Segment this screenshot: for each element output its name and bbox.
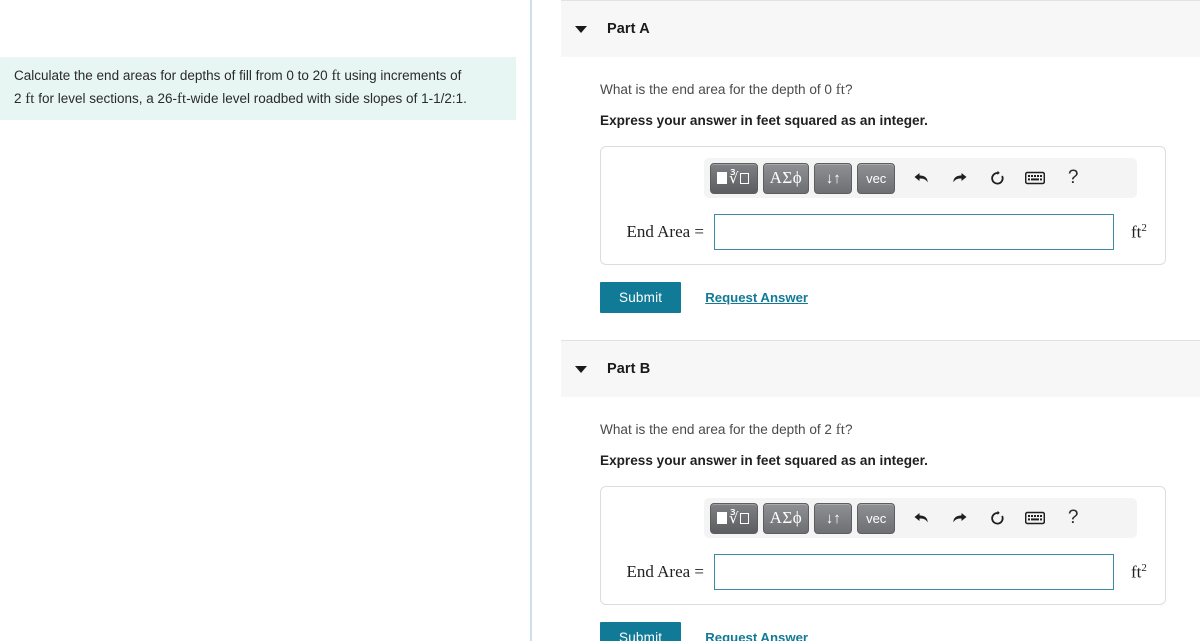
part-b-question-suffix: ? (844, 422, 853, 437)
part-a-answer-panel: ∛ ΑΣϕ ↓↑ vec ? End Area = ft2 (600, 146, 1166, 265)
problem-text-line1-a: Calculate the end areas for depths of fi… (14, 68, 332, 83)
part-a-title: Part A (607, 21, 650, 37)
part-a-actions: Submit Request Answer (600, 282, 1200, 313)
page-root: Calculate the end areas for depths of fi… (0, 0, 1200, 641)
redo-icon-svg (953, 173, 967, 183)
undo-icon-svg (914, 173, 928, 183)
vector-button[interactable]: vec (857, 162, 896, 194)
unit-ft-inline-1: ft (331, 68, 341, 84)
part-section-a: Part A What is the end area for the dept… (532, 0, 1200, 313)
part-b-unit-base: ft (1131, 562, 1142, 582)
keyboard-icon-svg (1025, 511, 1046, 525)
part-b-body: What is the end area for the depth of 2 … (532, 422, 1200, 641)
part-b-answer-input[interactable] (714, 554, 1114, 590)
chevron-down-icon[interactable] (575, 25, 587, 33)
part-a-question: What is the end area for the depth of 0 … (600, 82, 1200, 99)
undo-icon[interactable] (904, 163, 938, 193)
part-a-instruction: Express your answer in feet squared as a… (600, 113, 928, 128)
part-a-answer-input[interactable] (714, 214, 1114, 250)
part-a-header[interactable]: Part A (561, 0, 1200, 57)
square-placeholder-icon (717, 172, 727, 184)
redo-icon[interactable] (942, 503, 976, 533)
reset-icon-svg (990, 170, 1004, 184)
part-a-question-prefix: What is the end area for the depth of 0 (600, 82, 836, 97)
part-b-actions: Submit Request Answer (600, 622, 1200, 641)
problem-text-line2-c: -wide level roadbed with side slopes of … (186, 90, 467, 106)
problem-statement-box: Calculate the end areas for depths of fi… (0, 57, 516, 120)
square-placeholder-icon (717, 512, 727, 524)
part-a-question-suffix: ? (844, 82, 853, 97)
part-b-question: What is the end area for the depth of 2 … (600, 422, 1200, 439)
template-button[interactable]: ∛ (710, 502, 758, 534)
reset-icon-svg (990, 510, 1004, 524)
part-a-answer-unit: ft2 (1131, 222, 1147, 243)
greek-button[interactable]: ΑΣϕ (762, 502, 810, 534)
help-icon[interactable]: ? (1056, 163, 1090, 193)
undo-icon-svg (914, 513, 928, 523)
part-b-answer-label: End Area = (626, 562, 704, 581)
problem-text-line2-b: for level sections, a 26- (34, 90, 178, 106)
template-button[interactable]: ∛ (710, 162, 758, 194)
chevron-down-icon[interactable] (575, 365, 587, 373)
part-b-header[interactable]: Part B (561, 340, 1200, 397)
reset-icon[interactable] (980, 503, 1014, 533)
part-b-request-answer-link[interactable]: Request Answer (705, 630, 808, 641)
vector-button[interactable]: vec (857, 502, 896, 534)
part-b-answer-panel: ∛ ΑΣϕ ↓↑ vec ? End Area = ft2 (600, 486, 1166, 605)
part-a-body: What is the end area for the depth of 0 … (532, 82, 1200, 313)
part-a-answer-label: End Area = (626, 222, 704, 241)
greek-button[interactable]: ΑΣϕ (762, 162, 810, 194)
part-b-answer-row: End Area = ft2 (601, 554, 1165, 590)
part-b-submit-button[interactable]: Submit (600, 622, 682, 641)
part-b-math-toolbar: ∛ ΑΣϕ ↓↑ vec ? (704, 498, 1137, 538)
part-a-unit-base: ft (1131, 222, 1142, 242)
updown-arrows-button[interactable]: ↓↑ (814, 502, 853, 534)
part-a-submit-button[interactable]: Submit (600, 282, 682, 313)
undo-icon[interactable] (904, 503, 938, 533)
part-section-b: Part B What is the end area for the dept… (532, 340, 1200, 641)
help-icon[interactable]: ? (1056, 503, 1090, 533)
keyboard-icon[interactable] (1018, 163, 1052, 193)
nth-root-icon: ∛ (729, 169, 739, 187)
answer-pane: Part A What is the end area for the dept… (532, 0, 1200, 641)
redo-icon-svg (953, 513, 967, 523)
box-placeholder-icon (739, 172, 749, 184)
part-a-unit-exponent: 2 (1141, 221, 1147, 234)
part-b-answer-unit: ft2 (1131, 562, 1147, 583)
redo-icon[interactable] (942, 163, 976, 193)
reset-icon[interactable] (980, 163, 1014, 193)
box-placeholder-icon (739, 512, 749, 524)
part-b-unit-exponent: 2 (1141, 561, 1147, 574)
nth-root-icon: ∛ (729, 509, 739, 527)
part-b-instruction: Express your answer in feet squared as a… (600, 453, 928, 468)
part-b-question-prefix: What is the end area for the depth of 2 (600, 422, 836, 437)
keyboard-icon[interactable] (1018, 503, 1052, 533)
part-a-request-answer-link[interactable]: Request Answer (705, 290, 808, 305)
unit-ft-inline-3: ft (177, 90, 187, 107)
updown-arrows-button[interactable]: ↓↑ (814, 162, 853, 194)
part-b-title: Part B (607, 361, 651, 377)
problem-statement-pane: Calculate the end areas for depths of fi… (0, 0, 530, 641)
part-a-question-unit: ft (835, 82, 845, 98)
problem-text-line2-a: 2 (14, 90, 26, 106)
part-a-math-toolbar: ∛ ΑΣϕ ↓↑ vec ? (704, 158, 1137, 198)
part-a-answer-row: End Area = ft2 (601, 214, 1165, 250)
part-b-question-unit: ft (835, 422, 845, 438)
problem-text-line1-b: using increments of (340, 68, 462, 83)
keyboard-icon-svg (1025, 171, 1046, 185)
